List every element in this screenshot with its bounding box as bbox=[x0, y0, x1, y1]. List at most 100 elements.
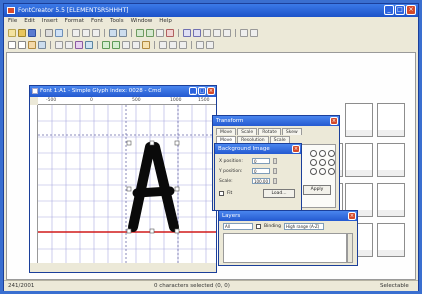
tab-resolution[interactable]: Resolution bbox=[237, 136, 269, 143]
minimize-icon[interactable]: _ bbox=[189, 87, 197, 95]
menu-format[interactable]: Format bbox=[65, 17, 84, 26]
outline-icon[interactable] bbox=[169, 40, 177, 49]
zoom-out-icon[interactable] bbox=[146, 28, 154, 37]
undo-icon[interactable] bbox=[109, 28, 117, 37]
anchor-radio[interactable] bbox=[319, 168, 326, 175]
install-icon[interactable] bbox=[250, 28, 258, 37]
anchor-radio[interactable] bbox=[328, 150, 335, 157]
anchor-radio[interactable] bbox=[319, 150, 326, 157]
rectangle-icon[interactable] bbox=[55, 40, 63, 49]
range-select[interactable]: High range (A-Z) bbox=[284, 223, 325, 230]
glyph-icon[interactable] bbox=[183, 28, 191, 37]
tab-move[interactable]: Move bbox=[216, 128, 237, 135]
test-icon[interactable] bbox=[166, 28, 174, 37]
y-position-input[interactable]: 0 bbox=[252, 168, 270, 174]
scale-spinner[interactable] bbox=[273, 178, 277, 184]
flip-icon[interactable] bbox=[102, 40, 110, 49]
anchor-radio[interactable] bbox=[310, 150, 317, 157]
save-icon[interactable] bbox=[28, 28, 36, 37]
tab-rotate[interactable]: Rotate bbox=[258, 128, 281, 135]
maximize-icon[interactable]: □ bbox=[198, 87, 206, 95]
layers-list[interactable] bbox=[223, 233, 347, 263]
preview-glyph-icon[interactable] bbox=[179, 40, 187, 49]
menu-help[interactable]: Help bbox=[159, 17, 172, 26]
snap-icon[interactable] bbox=[206, 40, 214, 49]
align-icon[interactable] bbox=[122, 40, 130, 49]
new-icon[interactable] bbox=[8, 28, 16, 37]
guideline-icon[interactable] bbox=[196, 40, 204, 49]
kerning-icon[interactable] bbox=[223, 28, 231, 37]
close-icon[interactable]: × bbox=[292, 145, 300, 153]
menu-file[interactable]: File bbox=[8, 17, 17, 26]
cut-icon[interactable] bbox=[72, 28, 80, 37]
glyph-canvas[interactable] bbox=[38, 105, 216, 263]
menu-edit[interactable]: Edit bbox=[24, 17, 35, 26]
menu-font[interactable]: Font bbox=[91, 17, 103, 26]
knife-icon[interactable] bbox=[75, 40, 83, 49]
pen-icon[interactable] bbox=[28, 40, 36, 49]
glyph-cell[interactable] bbox=[377, 223, 405, 257]
x-position-input[interactable]: 0 bbox=[252, 158, 270, 164]
anchor-radio[interactable] bbox=[328, 159, 335, 166]
font-icon[interactable] bbox=[203, 28, 211, 37]
menu-tools[interactable]: Tools bbox=[110, 17, 124, 26]
open-icon[interactable] bbox=[18, 28, 26, 37]
anchor-radio[interactable] bbox=[310, 168, 317, 175]
glyph-cell[interactable] bbox=[345, 103, 373, 137]
paste-icon[interactable] bbox=[92, 28, 100, 37]
validate-icon[interactable] bbox=[240, 28, 248, 37]
menu-insert[interactable]: Insert bbox=[42, 17, 58, 26]
pointer-icon[interactable] bbox=[8, 40, 16, 49]
close-icon[interactable]: × bbox=[330, 117, 338, 125]
properties-icon[interactable] bbox=[193, 28, 201, 37]
transform-titlebar[interactable]: Transform bbox=[213, 116, 339, 126]
tab-skew[interactable]: Skew bbox=[281, 128, 302, 135]
hint-icon[interactable] bbox=[159, 40, 167, 49]
measure-icon[interactable] bbox=[85, 40, 93, 49]
glyph-cell[interactable] bbox=[345, 143, 373, 177]
minimize-icon[interactable]: _ bbox=[384, 5, 394, 15]
combine-icon[interactable] bbox=[132, 40, 140, 49]
zoom-in-icon[interactable] bbox=[136, 28, 144, 37]
maximize-icon[interactable]: □ bbox=[395, 5, 405, 15]
menu-window[interactable]: Window bbox=[131, 17, 153, 26]
close-icon[interactable]: × bbox=[207, 87, 215, 95]
glyph-cell[interactable] bbox=[377, 103, 405, 137]
ellipse-icon[interactable] bbox=[65, 40, 73, 49]
grid-icon[interactable] bbox=[156, 28, 164, 37]
preview-icon[interactable] bbox=[55, 28, 63, 37]
binding-checkbox[interactable] bbox=[256, 224, 261, 229]
redo-icon[interactable] bbox=[119, 28, 127, 37]
glyph-cell[interactable] bbox=[377, 183, 405, 217]
rotate-icon[interactable] bbox=[112, 40, 120, 49]
anchor-radio[interactable] bbox=[319, 159, 326, 166]
load-image-button[interactable]: Load... bbox=[263, 189, 295, 198]
glyph-cell[interactable] bbox=[377, 143, 405, 177]
fit-checkbox[interactable] bbox=[219, 191, 224, 196]
fill-icon[interactable] bbox=[142, 40, 150, 49]
anchor-radio[interactable] bbox=[328, 168, 335, 175]
anchor-radio[interactable] bbox=[310, 159, 317, 166]
tab-scale[interactable]: Scale bbox=[237, 128, 258, 135]
tab-move-2[interactable]: Move bbox=[216, 136, 237, 143]
x-position-spinner[interactable] bbox=[273, 158, 277, 164]
layers-scrollbar[interactable] bbox=[347, 233, 353, 263]
point-icon[interactable] bbox=[38, 40, 46, 49]
background-titlebar[interactable]: Background Image bbox=[215, 144, 301, 154]
close-icon[interactable]: × bbox=[406, 5, 416, 15]
scale-input[interactable]: 100.00 bbox=[252, 178, 270, 184]
copy-icon[interactable] bbox=[82, 28, 90, 37]
y-position-spinner[interactable] bbox=[273, 168, 277, 174]
layer-filter-select[interactable]: All bbox=[223, 223, 253, 230]
binding-label: Binding bbox=[264, 224, 282, 229]
contour-icon[interactable] bbox=[18, 40, 26, 49]
letter-a-glyph[interactable] bbox=[128, 142, 179, 232]
print-icon[interactable] bbox=[45, 28, 53, 37]
layers-titlebar[interactable]: Layers bbox=[219, 211, 357, 221]
apply-button[interactable]: Apply bbox=[303, 185, 331, 195]
metrics-icon[interactable] bbox=[213, 28, 221, 37]
tab-scale-2[interactable]: Scale bbox=[269, 136, 290, 143]
app-titlebar[interactable]: FontCreator 5.5 [ELEMENTSRSHHHT] _ □ × bbox=[4, 4, 418, 17]
close-icon[interactable]: × bbox=[348, 212, 356, 220]
scale-row: Scale: 100.00 bbox=[219, 178, 277, 184]
